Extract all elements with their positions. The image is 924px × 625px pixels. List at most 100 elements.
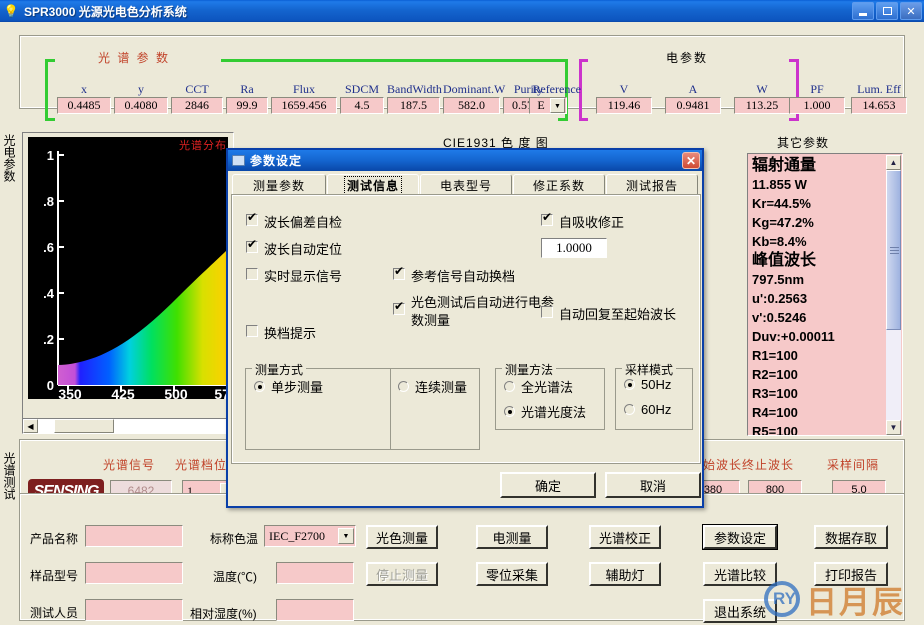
checkbox-auto-return-start-wavelength[interactable]: 自动回复至起始波长 bbox=[541, 304, 676, 323]
radio-spectrophotometry-method[interactable]: 光谱光度法 bbox=[504, 402, 586, 421]
parameter-settings-dialog: 参数设定 ✕ 测量参数 测试信息 电表型号 修正系数 测试报告 ✔ 波长偏差自检… bbox=[226, 148, 704, 508]
checkbox-realtime-signal-display[interactable]: 实时显示信号 bbox=[246, 266, 342, 285]
radio-60hz[interactable]: 60Hz bbox=[624, 402, 671, 417]
button-print-report[interactable]: 打印报告 bbox=[814, 562, 888, 586]
checkbox-box[interactable] bbox=[246, 325, 258, 337]
scrollbar-thumb[interactable] bbox=[886, 170, 901, 330]
maximize-button[interactable] bbox=[876, 2, 898, 20]
checkbox-wavelength-deviation-selfcheck[interactable]: 波长偏差自检 bbox=[246, 211, 342, 231]
product-name-input[interactable] bbox=[85, 525, 183, 547]
absorption-correction-input[interactable]: 1.0000 bbox=[541, 238, 607, 258]
dialog-cancel-button[interactable]: 取消 bbox=[605, 472, 701, 498]
list-item: Kr=44.5% bbox=[752, 196, 811, 211]
param-cct-label: CCT bbox=[185, 82, 209, 96]
spectrum-horizontal-scrollbar[interactable]: ◀ bbox=[22, 418, 234, 434]
lamp-icon: 💡 bbox=[3, 4, 19, 18]
radio-button[interactable] bbox=[624, 379, 635, 390]
scroll-thumb[interactable] bbox=[54, 419, 114, 433]
button-parameter-settings[interactable]: 参数设定 bbox=[702, 524, 778, 550]
chevron-down-icon[interactable]: ▼ bbox=[338, 528, 354, 544]
tab-test-report[interactable]: 测试报告 bbox=[606, 174, 698, 196]
button-zero-acquire[interactable]: 零位采集 bbox=[476, 562, 548, 586]
humidity-input[interactable] bbox=[276, 599, 354, 621]
minimize-button[interactable] bbox=[852, 2, 874, 20]
radio-continuous-measure[interactable]: 连续测量 bbox=[398, 377, 467, 396]
tab-correction-coefficient[interactable]: 修正系数 bbox=[513, 174, 605, 196]
vertical-tab-optoelectric[interactable]: 光电参数 bbox=[1, 134, 18, 244]
checkbox-gear-change-prompt[interactable]: 换档提示 bbox=[246, 323, 316, 342]
group-measure-mode: 测量方式 单步测量 bbox=[245, 361, 391, 450]
button-data-access[interactable]: 数据存取 bbox=[814, 525, 888, 549]
checkbox-box[interactable] bbox=[393, 265, 405, 280]
other-params-vertical-scrollbar[interactable]: ▲ ▼ bbox=[886, 155, 901, 435]
radio-button[interactable] bbox=[254, 381, 265, 392]
tester-input[interactable] bbox=[85, 599, 183, 621]
button-auxiliary-lamp[interactable]: 辅助灯 bbox=[589, 562, 661, 586]
checkbox-box[interactable] bbox=[393, 300, 405, 315]
scrollbar-track[interactable] bbox=[886, 170, 901, 420]
tab-test-info[interactable]: 测试信息 bbox=[327, 174, 419, 196]
temperature-label: 温度(℃) bbox=[213, 570, 257, 584]
button-electrical-measure[interactable]: 电测量 bbox=[476, 525, 548, 549]
param-bandwidth-label: BandWidth bbox=[387, 82, 442, 96]
vertical-tab-spectral-test[interactable]: 光谱测试 bbox=[1, 452, 18, 562]
temperature-input[interactable] bbox=[276, 562, 354, 584]
param-reference[interactable]: Reference E ▼ bbox=[529, 82, 583, 114]
param-sdcm-label: SDCM bbox=[344, 82, 379, 96]
sample-model-input[interactable] bbox=[85, 562, 183, 584]
checkbox-box[interactable] bbox=[246, 238, 258, 253]
checkbox-box[interactable] bbox=[541, 306, 553, 318]
scroll-up-arrow-icon[interactable]: ▲ bbox=[886, 155, 901, 170]
button-spectrum-calibrate[interactable]: 光谱校正 bbox=[589, 525, 661, 549]
param-dominant-w-label: Dominant.W bbox=[443, 82, 506, 96]
nominal-cct-combo[interactable]: IEC_F2700 ▼ bbox=[264, 525, 356, 547]
other-params-list-inner: 辐射通量 11.855 W Kr=44.5% Kg=47.2% Kb=8.4% … bbox=[748, 154, 902, 436]
radio-full-spectrum-method[interactable]: 全光谱法 bbox=[504, 377, 573, 396]
dialog-titlebar[interactable]: 参数设定 ✕ bbox=[228, 150, 702, 171]
scroll-left-arrow-icon[interactable]: ◀ bbox=[23, 419, 38, 433]
dialog-tabstrip: 测量参数 测试信息 电表型号 修正系数 测试报告 bbox=[232, 174, 700, 196]
radio-button[interactable] bbox=[504, 381, 515, 392]
param-dominant-w: Dominant.W 582.0 bbox=[443, 82, 506, 114]
svg-text:.8: .8 bbox=[43, 194, 54, 209]
param-y: y 0.4080 bbox=[114, 82, 168, 114]
button-photocolor-measure[interactable]: 光色测量 bbox=[366, 525, 438, 549]
button-stop-measure[interactable]: 停止测量 bbox=[366, 562, 438, 586]
top-parameters-panel: 光 谱 参 数 电参数 x 0.4485 y 0.4080 CCT 2846 R… bbox=[19, 35, 907, 121]
radio-button[interactable] bbox=[398, 381, 409, 392]
list-item: R5=100 bbox=[752, 424, 798, 436]
param-x-label: x bbox=[81, 82, 87, 96]
radio-button[interactable] bbox=[504, 406, 515, 417]
checkbox-auto-electrical-after-photocolor[interactable]: 光色测试后自动进行电参数测量 bbox=[393, 294, 563, 330]
dialog-close-button[interactable]: ✕ bbox=[682, 152, 700, 169]
checkbox-reference-signal-auto-gear[interactable]: 参考信号自动换档 bbox=[393, 265, 515, 285]
reference-combo-value: E bbox=[537, 98, 545, 112]
window-titlebar[interactable]: 💡 SPR3000 光源光电色分析系统 ✕ bbox=[0, 0, 924, 22]
radio-single-step-measure[interactable]: 单步测量 bbox=[254, 377, 323, 396]
list-item: u':0.2563 bbox=[752, 291, 808, 306]
checkbox-label: 实时显示信号 bbox=[264, 269, 343, 284]
checkbox-wavelength-auto-position[interactable]: 波长自动定位 bbox=[246, 238, 343, 258]
other-params-list[interactable]: 辐射通量 11.855 W Kr=44.5% Kg=47.2% Kb=8.4% … bbox=[747, 153, 903, 436]
button-exit-system[interactable]: 退出系统 bbox=[703, 599, 777, 623]
radio-50hz[interactable]: 50Hz bbox=[624, 377, 671, 392]
button-spectrum-compare[interactable]: 光谱比较 bbox=[703, 562, 777, 586]
chevron-down-icon[interactable]: ▼ bbox=[550, 98, 565, 113]
tab-meter-model[interactable]: 电表型号 bbox=[420, 174, 512, 196]
close-button[interactable]: ✕ bbox=[900, 2, 922, 20]
dialog-ok-button[interactable]: 确定 bbox=[500, 472, 596, 498]
checkbox-label: 波长自动定位 bbox=[264, 242, 343, 257]
scroll-down-arrow-icon[interactable]: ▼ bbox=[886, 420, 901, 435]
svg-text:.4: .4 bbox=[43, 286, 55, 301]
tab-measurement-params[interactable]: 测量参数 bbox=[232, 174, 326, 196]
spectrum-chart-canvas[interactable]: 1 .8 .6 .4 .2 0 350 425 500 575 bbox=[28, 137, 238, 402]
svg-text:500: 500 bbox=[164, 386, 188, 399]
checkbox-self-absorption-correction[interactable]: 自吸收修正 bbox=[541, 211, 624, 231]
param-sdcm-value: 4.5 bbox=[340, 97, 384, 114]
radio-button[interactable] bbox=[624, 404, 635, 415]
reference-combo[interactable]: E ▼ bbox=[529, 97, 567, 114]
checkbox-box[interactable] bbox=[541, 211, 553, 226]
dialog-tab-page: 波长偏差自检 波长自动定位 实时显示信号 换档提示 参考信号自动换档 光色 bbox=[231, 194, 701, 464]
checkbox-box[interactable] bbox=[246, 211, 258, 226]
checkbox-box[interactable] bbox=[246, 268, 258, 280]
